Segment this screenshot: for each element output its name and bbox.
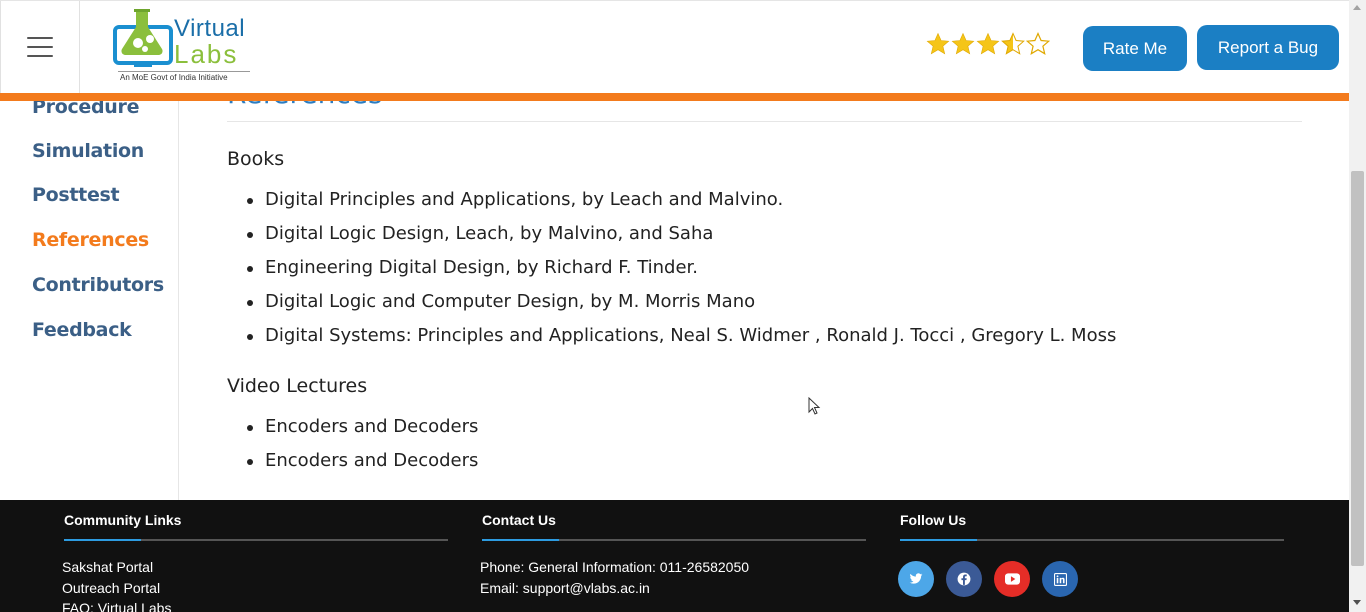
list-item: Digital Logic Design, Leach, by Malvino,… [247, 219, 1116, 253]
books-heading: Books [227, 148, 285, 170]
sidebar-nav: Procedure Simulation Posttest References… [0, 93, 179, 500]
hamburger-icon [27, 37, 53, 57]
header-accent-bar [0, 93, 1349, 101]
video-lectures-heading: Video Lectures [227, 375, 368, 397]
contact-heading: Contact Us [482, 512, 556, 528]
footer-link-sakshat[interactable]: Sakshat Portal [62, 559, 153, 575]
virtual-labs-logo[interactable]: Virtual Labs An MoE Govt of India Initia… [108, 7, 256, 85]
video-link[interactable]: Encoders and Decoders [247, 412, 478, 446]
scroll-up-arrow-icon[interactable] [1353, 5, 1361, 10]
rate-me-button[interactable]: Rate Me [1083, 26, 1187, 71]
star-full-icon[interactable] [951, 31, 975, 57]
logo-tagline: An MoE Govt of India Initiative [120, 73, 228, 82]
linkedin-icon[interactable] [1042, 561, 1078, 597]
sidebar-item-feedback[interactable]: Feedback [32, 319, 132, 341]
sidebar-item-simulation[interactable]: Simulation [32, 140, 144, 162]
list-item: Digital Systems: Principles and Applicat… [247, 321, 1116, 355]
star-empty-icon[interactable] [1026, 31, 1050, 57]
footer-link-outreach[interactable]: Outreach Portal [62, 580, 160, 596]
twitter-icon[interactable] [898, 561, 934, 597]
site-footer: Community Links Sakshat Portal Outreach … [0, 500, 1349, 612]
contact-phone: Phone: General Information: 011-26582050 [480, 559, 750, 575]
report-bug-button[interactable]: Report a Bug [1197, 25, 1339, 70]
site-header: Virtual Labs An MoE Govt of India Initia… [0, 0, 1349, 94]
sidebar-item-references[interactable]: References [32, 229, 149, 251]
list-item: Digital Principles and Applications, by … [247, 185, 1116, 219]
list-item: Digital Logic and Computer Design, by M.… [247, 287, 1116, 321]
rating-stars[interactable] [926, 31, 1050, 57]
community-heading: Community Links [64, 512, 182, 528]
section-divider [900, 539, 1284, 541]
hamburger-menu-button[interactable] [0, 1, 80, 94]
sidebar-item-posttest[interactable]: Posttest [32, 184, 120, 206]
section-divider [482, 539, 866, 541]
star-full-icon[interactable] [926, 31, 950, 57]
scrollbar-thumb[interactable] [1351, 171, 1364, 566]
mouse-cursor-icon [808, 397, 821, 415]
section-divider [64, 539, 448, 541]
scroll-down-arrow-icon[interactable] [1353, 600, 1361, 605]
youtube-icon[interactable] [994, 561, 1030, 597]
flask-monitor-icon [113, 9, 173, 67]
video-lectures-list: Encoders and Decoders Encoders and Decod… [247, 412, 478, 480]
video-link[interactable]: Encoders and Decoders [247, 446, 478, 480]
logo-text-labs: Labs [174, 39, 239, 69]
books-list: Digital Principles and Applications, by … [247, 185, 1116, 355]
footer-link-faq[interactable]: FAQ: Virtual Labs [62, 600, 171, 612]
star-half-icon[interactable] [1001, 31, 1025, 57]
main-content: References Books Digital Principles and … [179, 93, 1349, 500]
follow-heading: Follow Us [900, 512, 967, 528]
sidebar-item-contributors[interactable]: Contributors [32, 274, 164, 296]
facebook-icon[interactable] [946, 561, 982, 597]
contact-email[interactable]: Email: support@vlabs.ac.in [480, 580, 650, 596]
star-full-icon[interactable] [976, 31, 1000, 57]
title-divider [227, 121, 1302, 122]
list-item: Engineering Digital Design, by Richard F… [247, 253, 1116, 287]
